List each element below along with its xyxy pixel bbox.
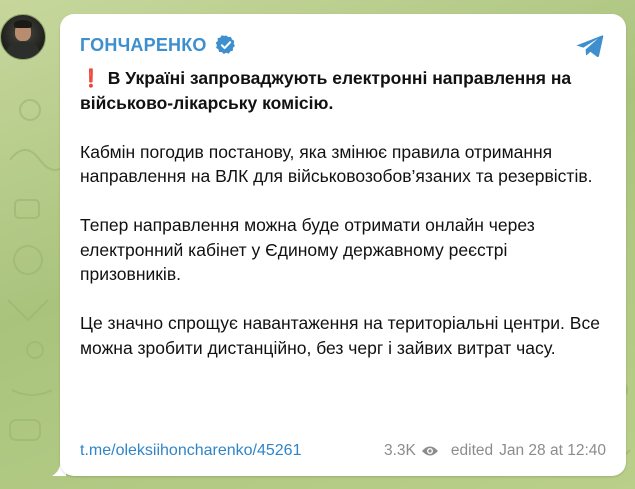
channel-name[interactable]: ГОНЧАРЕНКО <box>80 35 207 56</box>
message-paragraph-1: Кабмін погодив постанову, яка змінює пра… <box>80 141 593 187</box>
message-meta: 3.3K edited Jan 28 at 12:40 <box>384 442 606 460</box>
message-bubble: ГОНЧАРЕНКО ❗ В Україні запроваджують елек… <box>60 14 626 476</box>
verified-badge-icon <box>215 35 235 54</box>
exclamation-icon: ❗ <box>80 68 102 88</box>
headline-text: В Україні запроваджують електронні напра… <box>80 68 572 113</box>
message-paragraph-2: Тепер направлення можна буде отримати он… <box>80 215 535 284</box>
channel-avatar[interactable] <box>0 14 46 60</box>
message-paragraph-3: Це значно спрощує навантаження на терито… <box>80 313 600 358</box>
message-footer: t.me/oleksiihoncharenko/45261 3.3K edite… <box>80 440 606 462</box>
edited-label: edited <box>450 442 494 459</box>
telegram-share-icon[interactable] <box>574 30 606 62</box>
message-text: ❗ В Україні запроваджують електронні напр… <box>80 66 610 385</box>
message-headline: ❗ В Україні запроваджують електронні напр… <box>80 66 610 115</box>
post-link[interactable]: t.me/oleksiihoncharenko/45261 <box>80 442 301 460</box>
avatar-hair <box>14 20 32 28</box>
avatar-shirt <box>7 42 39 59</box>
view-count: 3.3K <box>384 442 416 459</box>
message-timestamp: Jan 28 at 12:40 <box>499 442 606 459</box>
channel-header: ГОНЧАРЕНКО <box>80 34 237 56</box>
eye-icon <box>421 446 438 456</box>
